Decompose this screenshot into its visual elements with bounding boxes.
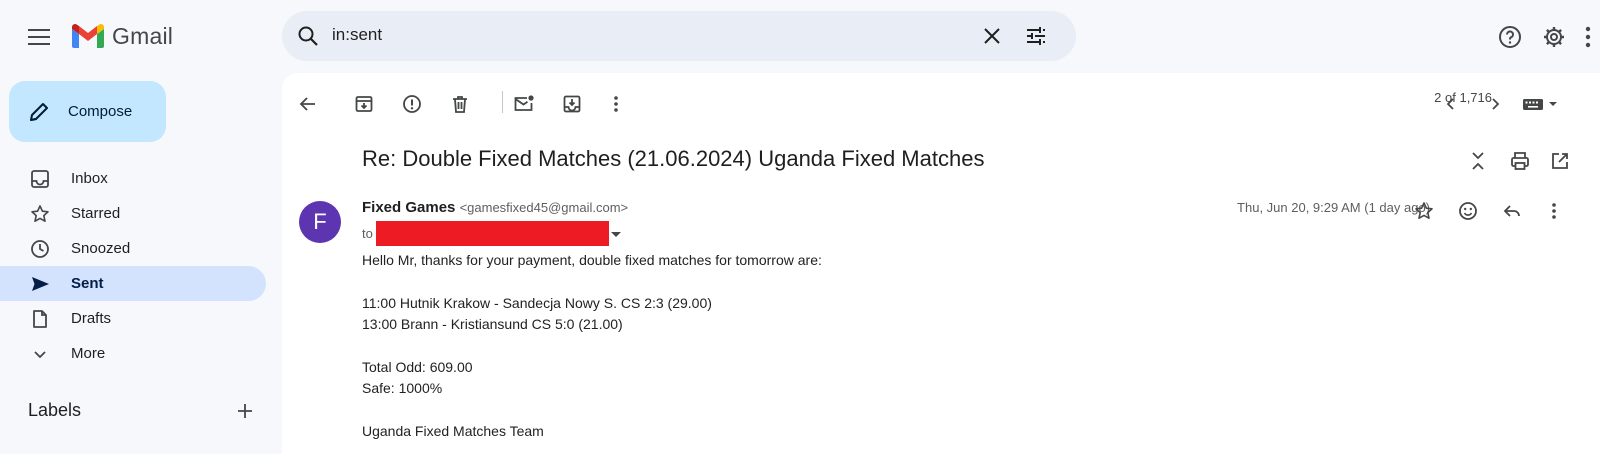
input-tools-button[interactable]	[1520, 88, 1564, 120]
collapse-all-button[interactable]	[1462, 145, 1494, 177]
avatar[interactable]: F	[299, 201, 341, 243]
body-line	[362, 400, 822, 421]
message-subject: Re: Double Fixed Matches (21.06.2024) Ug…	[362, 146, 985, 171]
body-line	[362, 271, 822, 292]
more-vert-icon	[1585, 26, 1591, 48]
archive-button[interactable]	[348, 88, 380, 120]
help-icon	[1499, 26, 1521, 48]
body-line: Safe: 1000%	[362, 380, 443, 397]
collapse-icon	[1472, 152, 1484, 170]
print-icon	[1511, 152, 1529, 170]
sidebar-item-label: Sent	[71, 275, 104, 292]
search-icon[interactable]	[296, 24, 320, 48]
app-title: Gmail	[112, 22, 174, 49]
report-icon	[403, 95, 421, 113]
star-icon	[1415, 202, 1433, 219]
filter-options-icon[interactable]	[1024, 24, 1048, 48]
sidebar-item-inbox[interactable]: Inbox	[0, 161, 266, 196]
sidebar-item-label: Inbox	[71, 170, 108, 187]
recipient-line: to	[362, 221, 623, 246]
search-input[interactable]: in:sent	[332, 25, 382, 45]
newer-button[interactable]	[1435, 88, 1467, 120]
message-date: Thu, Jun 20, 9:29 AM (1 day ago)	[1237, 200, 1430, 215]
move-to-button[interactable]	[556, 88, 588, 120]
search-bar[interactable]: in:sent	[282, 11, 1076, 61]
body-line: Total Odd: 609.00	[362, 358, 473, 375]
open-in-new-icon	[1552, 153, 1568, 169]
back-button[interactable]	[292, 88, 324, 120]
reply-button[interactable]	[1496, 195, 1528, 227]
more-vert-icon	[614, 96, 618, 112]
sidebar-item-sent[interactable]: Sent	[0, 266, 266, 301]
sidebar-item-more[interactable]: More	[0, 336, 266, 371]
print-button[interactable]	[1504, 145, 1536, 177]
mark-unread-icon	[514, 95, 534, 111]
sender-name[interactable]: Fixed Games	[362, 199, 455, 216]
clock-icon	[30, 239, 50, 259]
sender-line: Fixed Games <gamesfixed45@gmail.com>	[362, 199, 628, 216]
mark-unread-button[interactable]	[508, 88, 540, 120]
redacted-recipient	[375, 221, 609, 246]
trash-icon	[453, 96, 467, 113]
body-line	[362, 336, 822, 357]
sidebar-item-label: Drafts	[71, 310, 112, 327]
message-body: Hello Mr, thanks for your payment, doubl…	[362, 250, 822, 443]
caret-down-icon[interactable]	[609, 229, 623, 239]
hamburger-icon	[28, 29, 50, 45]
sidebar-item-snoozed[interactable]: Snoozed	[0, 231, 266, 266]
more-actions-button[interactable]	[600, 88, 632, 120]
gmail-m-icon	[72, 24, 104, 48]
chevron-down-icon	[30, 344, 50, 364]
emoji-icon	[1459, 202, 1477, 220]
keyboard-icon	[1523, 99, 1557, 110]
pencil-icon	[30, 102, 48, 121]
to-label: to	[362, 226, 373, 241]
older-button[interactable]	[1479, 88, 1511, 120]
body-line: 11:00 Hutnik Krakow - Sandecja Nowy S. C…	[362, 294, 712, 311]
arrow-back-icon	[299, 97, 315, 111]
move-to-icon	[563, 95, 581, 113]
report-spam-button[interactable]	[396, 88, 428, 120]
add-reaction-button[interactable]	[1452, 195, 1484, 227]
message-panel: 2 of 1,716 Re: Double Fixed Matches (21.…	[282, 73, 1600, 454]
labels-header: Labels	[28, 400, 254, 421]
draft-icon	[30, 309, 50, 329]
open-new-window-button[interactable]	[1544, 145, 1576, 177]
body-line: Hello Mr, thanks for your payment, doubl…	[362, 252, 822, 268]
labels-title: Labels	[28, 400, 82, 420]
add-label-icon[interactable]	[236, 402, 254, 420]
sidebar-item-label: More	[71, 345, 106, 362]
toolbar-divider	[502, 91, 503, 113]
gmail-logo[interactable]: Gmail	[70, 22, 173, 50]
sidebar-item-label: Starred	[71, 205, 121, 222]
sidebar-item-starred[interactable]: Starred	[0, 196, 266, 231]
send-icon	[30, 274, 50, 294]
sidebar-nav: Inbox Starred Snoozed Sent Drafts More	[0, 161, 266, 371]
star-button[interactable]	[1408, 195, 1440, 227]
support-button[interactable]	[1493, 20, 1527, 54]
apps-button[interactable]	[1578, 20, 1598, 54]
message-more-button[interactable]	[1538, 195, 1570, 227]
body-line: 13:00 Brann - Kristiansund CS 5:0 (21.00…	[362, 316, 623, 333]
reply-icon	[1503, 205, 1520, 217]
chevron-right-icon	[1492, 98, 1500, 110]
sidebar-item-label: Snoozed	[71, 240, 131, 257]
main-menu-button[interactable]	[22, 20, 56, 54]
compose-label: Compose	[68, 103, 133, 120]
sender-email: <gamesfixed45@gmail.com>	[459, 200, 629, 215]
sidebar-item-drafts[interactable]: Drafts	[0, 301, 266, 336]
more-vert-icon	[1552, 203, 1556, 219]
delete-button[interactable]	[444, 88, 476, 120]
body-line: Uganda Fixed Matches Team	[362, 423, 544, 440]
compose-button[interactable]: Compose	[9, 81, 166, 142]
chevron-left-icon	[1446, 98, 1454, 110]
close-icon[interactable]	[980, 24, 1004, 48]
inbox-icon	[30, 169, 50, 189]
archive-icon	[355, 96, 373, 112]
star-icon	[30, 204, 50, 224]
gear-icon	[1544, 27, 1564, 47]
settings-button[interactable]	[1537, 20, 1571, 54]
